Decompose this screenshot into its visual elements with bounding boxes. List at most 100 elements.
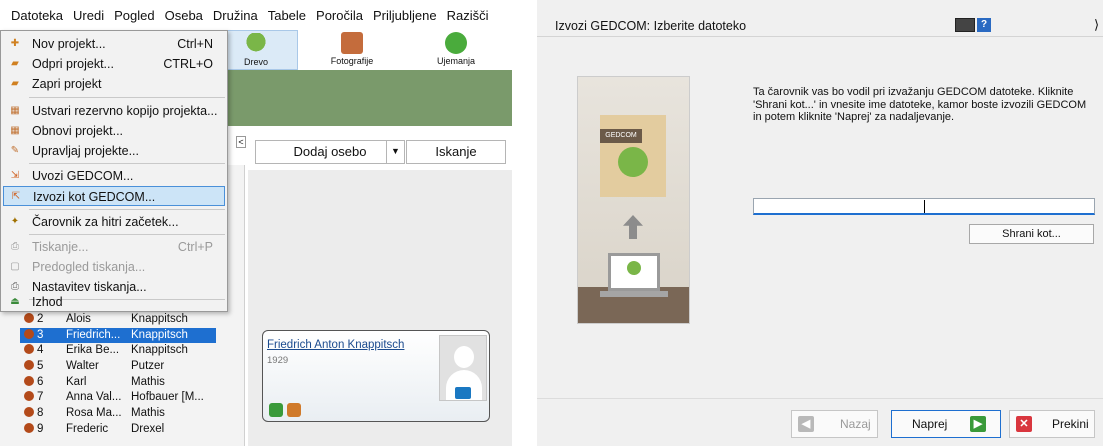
menu-item-exit[interactable]: ⏏ Izhod [3, 292, 225, 312]
table-row[interactable]: 6 Karl Mathis [20, 375, 216, 391]
menu-item-backup[interactable]: ▦ Ustvari rezervno kopijo projekta... [3, 101, 225, 121]
table-row[interactable]: 2 Alois Knappitsch [20, 312, 216, 328]
person-last-name: Knappitsch [131, 344, 188, 357]
menu-separator [29, 97, 225, 98]
person-card[interactable]: Friedrich Anton Knappitsch 1929 [262, 330, 490, 422]
person-icon [24, 407, 34, 418]
main-toolbar: Drevo Fotografije Ujemanja [210, 30, 512, 70]
edit-person-icon[interactable] [287, 403, 301, 417]
menu-pogled[interactable]: Pogled [109, 8, 159, 23]
header-banner [210, 70, 512, 126]
table-row-selected[interactable]: 3 Friedrich... Knappitsch [20, 327, 216, 344]
menu-item-label: Tiskanje... [32, 240, 89, 254]
save-as-button[interactable]: Shrani kot... [969, 224, 1094, 244]
next-button[interactable]: Naprej ▶ [891, 410, 1001, 438]
gedcom-file-tag: GEDCOM [600, 129, 642, 143]
export-gedcom-icon: ⇱ [11, 191, 21, 202]
keyboard-icon[interactable] [955, 18, 975, 32]
person-id: 9 [37, 422, 44, 435]
back-button: ◀ Nazaj [791, 410, 878, 438]
menu-bar: Datoteka Uredi Pogled Oseba Družina Tabe… [0, 0, 512, 30]
person-id: 6 [37, 375, 44, 388]
arrow-right-icon: ▶ [970, 416, 986, 432]
close-icon[interactable]: ⟩ [1094, 17, 1099, 33]
cancel-button[interactable]: ✕ Prekini [1009, 410, 1095, 438]
menu-item-open-project[interactable]: ▰ Odpri projekt... CTRL+O [3, 54, 225, 74]
matches-view-button[interactable]: Ujemanja [406, 30, 506, 70]
menu-item-new-project[interactable]: ✚ Nov projekt... Ctrl+N [3, 34, 225, 54]
dialog-title: Izvozi GEDCOM: Izberite datoteko [555, 19, 747, 33]
menu-uredi[interactable]: Uredi [68, 8, 109, 23]
search-button[interactable]: Iskanje [406, 140, 506, 164]
menu-druzina[interactable]: Družina [208, 8, 263, 23]
menu-item-label: Ustvari rezervno kopijo projekta... [32, 104, 218, 118]
menu-item-print-preview: ▢ Predogled tiskanja... [3, 257, 225, 277]
person-first-name: Alois [66, 313, 91, 325]
arrow-left-icon: ◀ [798, 416, 814, 432]
menu-oseba[interactable]: Oseba [160, 8, 208, 23]
person-last-name: Mathis [131, 375, 165, 388]
table-row[interactable]: 7 Anna Val... Hofbauer [M... [20, 390, 216, 406]
help-icon[interactable]: ? [977, 18, 991, 32]
person-first-name: Anna Val... [66, 391, 122, 404]
table-row[interactable]: 4 Erika Be... Knappitsch [20, 343, 216, 359]
person-last-name: Knappitsch [131, 313, 188, 325]
table-row[interactable]: 9 Frederic Drexel [20, 422, 216, 438]
cancel-label: Prekini [1052, 417, 1089, 431]
dialog-description: Ta čarovnik vas bo vodil pri izvažanju G… [753, 86, 1087, 123]
table-row[interactable]: 8 Rosa Ma... Mathis [20, 406, 216, 422]
export-gedcom-dialog: Izvozi GEDCOM: Izberite datoteko ? ⟩ GED… [537, 0, 1103, 446]
person-id: 7 [37, 391, 44, 404]
photos-view-button[interactable]: Fotografije [310, 30, 394, 70]
menu-item-import-gedcom[interactable]: ⇲ Uvozi GEDCOM... [3, 166, 225, 186]
person-card-year: 1929 [267, 355, 289, 366]
person-first-name: Erika Be... [66, 344, 120, 357]
person-first-name: Walter [66, 360, 99, 373]
menu-item-label: Obnovi projekt... [32, 124, 124, 138]
manage-projects-icon: ✎ [10, 145, 20, 156]
tree-icon [627, 261, 641, 275]
menu-item-shortcut: Ctrl+N [177, 37, 213, 51]
menu-priljubljene[interactable]: Priljubljene [368, 8, 442, 23]
menu-datoteka[interactable]: Datoteka [6, 8, 68, 23]
menu-porocila[interactable]: Poročila [311, 8, 368, 23]
person-id: 5 [37, 360, 44, 373]
person-last-name: Knappitsch [131, 328, 188, 341]
photos-icon [341, 32, 363, 54]
add-person-dropdown-arrow[interactable]: ▼ [386, 140, 404, 164]
person-first-name: Karl [66, 375, 87, 388]
person-icon [24, 313, 34, 323]
family-icon[interactable] [269, 403, 283, 417]
search-label: Iskanje [435, 144, 477, 159]
app-window: Datoteka Uredi Pogled Oseba Družina Tabe… [0, 0, 512, 446]
menu-item-quick-start-wizard[interactable]: ✦ Čarovnik za hitri začetek... [3, 212, 225, 232]
matches-view-label: Ujemanja [436, 56, 476, 66]
menu-item-export-gedcom[interactable]: ⇱ Izvozi kot GEDCOM... [3, 186, 225, 206]
menu-tabele[interactable]: Tabele [263, 8, 311, 23]
menu-item-print: ⎙ Tiskanje... Ctrl+P [3, 237, 225, 257]
import-gedcom-icon: ⇲ [10, 170, 20, 181]
table-row[interactable]: 5 Walter Putzer [20, 359, 216, 375]
open-project-icon: ▰ [11, 58, 19, 69]
footer-divider [537, 398, 1103, 399]
save-as-label: Shrani kot... [1002, 228, 1061, 240]
menu-item-label: Upravljaj projekte... [32, 144, 139, 158]
person-first-name: Rosa Ma... [66, 407, 122, 420]
person-id: 2 [37, 313, 44, 325]
text-caret [924, 200, 925, 213]
person-card-name[interactable]: Friedrich Anton Knappitsch [267, 339, 404, 351]
person-id: 8 [37, 407, 44, 420]
camera-icon[interactable] [455, 387, 471, 399]
person-last-name: Hofbauer [M... [131, 391, 204, 404]
add-person-button[interactable]: Dodaj osebo [255, 140, 405, 164]
menu-item-manage-projects[interactable]: ✎ Upravljaj projekte... [3, 141, 225, 161]
menu-item-restore[interactable]: ▦ Obnovi projekt... [3, 121, 225, 141]
collapse-pane-button[interactable]: < [236, 136, 246, 148]
title-divider [537, 36, 1103, 37]
file-path-input[interactable] [753, 198, 1095, 215]
people-table: 2 Alois Knappitsch 3 Friedrich... Knappitsch… [20, 312, 216, 438]
menu-item-close-project[interactable]: ▰ Zapri projekt [3, 74, 225, 94]
menu-item-shortcut: Ctrl+P [177, 240, 213, 254]
menu-raziski[interactable]: Razišči [442, 8, 494, 23]
new-project-icon: ✚ [10, 38, 20, 49]
